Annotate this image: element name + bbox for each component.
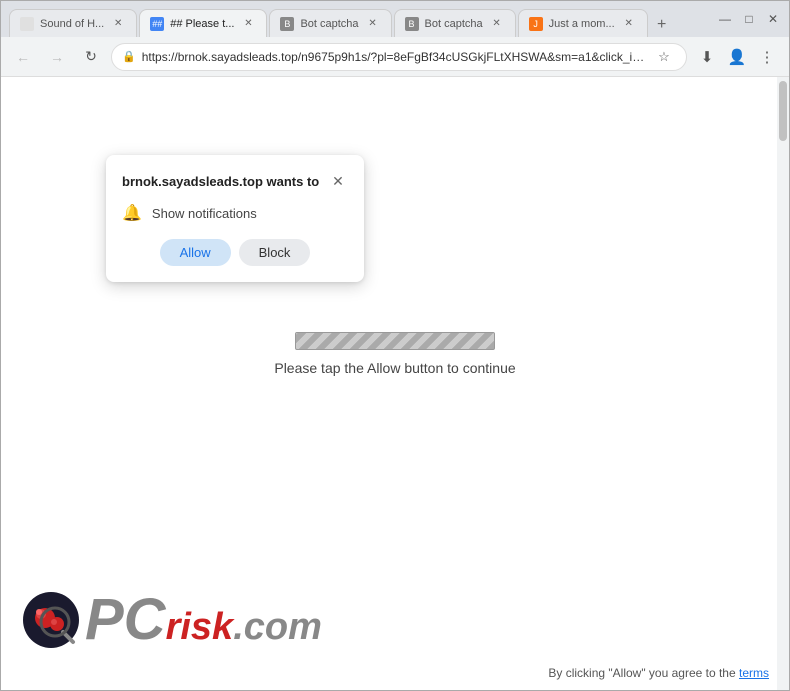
menu-icon[interactable]: ⋮: [753, 43, 781, 71]
tab-2-favicon: ##: [150, 17, 164, 31]
new-tab-button[interactable]: +: [650, 13, 674, 37]
tab-4-title: Bot captcha: [425, 18, 483, 30]
tab-4-favicon: B: [405, 17, 419, 31]
download-icon[interactable]: ⬇: [693, 43, 721, 71]
browser-window: Sound of H... ✕ ## ## Please t... ✕ B Bo…: [0, 0, 790, 691]
tab-5[interactable]: J Just a mom... ✕: [518, 9, 648, 37]
bottom-logo: PC risk .com: [21, 590, 322, 650]
back-button[interactable]: ←: [9, 43, 37, 71]
tab-2[interactable]: ## ## Please t... ✕: [139, 9, 267, 37]
scroll-thumb[interactable]: [779, 81, 787, 141]
pc-risk-icon: [21, 590, 81, 650]
profile-icon[interactable]: 👤: [723, 43, 751, 71]
page-instruction: Please tap the Allow button to continue: [274, 360, 515, 376]
tab-1[interactable]: Sound of H... ✕: [9, 9, 137, 37]
pc-logo-pc: PC: [85, 591, 166, 649]
tab-3[interactable]: B Bot captcha ✕: [269, 9, 391, 37]
address-bar-row: ← → ↻ 🔒 https://brnok.sayadsleads.top/n9…: [1, 37, 789, 77]
tab-1-close[interactable]: ✕: [110, 16, 126, 32]
tab-4-close[interactable]: ✕: [489, 16, 505, 32]
progress-bar-container: [295, 332, 495, 350]
tab-2-title: ## Please t...: [170, 18, 234, 30]
block-button[interactable]: Block: [239, 239, 311, 266]
tab-1-favicon: [20, 17, 34, 31]
progress-bar: [295, 332, 495, 350]
tab-4[interactable]: B Bot captcha ✕: [394, 9, 516, 37]
address-bar[interactable]: 🔒 https://brnok.sayadsleads.top/n9675p9h…: [111, 43, 687, 71]
popup-wants-label: wants to: [267, 174, 320, 189]
close-button[interactable]: ✕: [765, 11, 781, 27]
scrollbar[interactable]: [777, 77, 789, 690]
tab-5-close[interactable]: ✕: [621, 16, 637, 32]
forward-button[interactable]: →: [43, 43, 71, 71]
popup-domain: brnok.sayadsleads.top: [122, 174, 263, 189]
tab-3-favicon: B: [280, 17, 294, 31]
bookmark-button[interactable]: ☆: [652, 45, 676, 69]
tab-5-title: Just a mom...: [549, 18, 615, 30]
url-text: https://brnok.sayadsleads.top/n9675p9h1s…: [142, 50, 646, 64]
toolbar-icons: ⬇ 👤 ⋮: [693, 43, 781, 71]
pc-logo-dotcom: .com: [233, 608, 322, 646]
bottom-disclaimer: By clicking "Allow" you agree to the ter…: [548, 666, 769, 680]
lock-icon: 🔒: [122, 50, 136, 63]
disclaimer-text: By clicking "Allow" you agree to the: [548, 666, 735, 680]
popup-close-button[interactable]: ✕: [328, 171, 348, 191]
pc-logo-risk: risk: [166, 608, 234, 646]
notification-popup: brnok.sayadsleads.top wants to ✕ 🔔 Show …: [106, 155, 364, 282]
allow-button[interactable]: Allow: [160, 239, 231, 266]
pc-risk-logo-text: PC risk .com: [85, 591, 322, 649]
popup-buttons: Allow Block: [122, 239, 348, 266]
disclaimer-link[interactable]: terms: [739, 666, 769, 680]
popup-permission-row: 🔔 Show notifications: [122, 203, 348, 223]
reload-button[interactable]: ↻: [77, 43, 105, 71]
tab-5-favicon: J: [529, 17, 543, 31]
tab-1-title: Sound of H...: [40, 18, 104, 30]
tab-3-title: Bot captcha: [300, 18, 358, 30]
popup-permission-text: Show notifications: [152, 206, 257, 221]
title-bar: Sound of H... ✕ ## ## Please t... ✕ B Bo…: [1, 1, 789, 37]
content-area: brnok.sayadsleads.top wants to ✕ 🔔 Show …: [1, 77, 789, 690]
bell-icon: 🔔: [122, 203, 142, 223]
tabs-area: Sound of H... ✕ ## ## Please t... ✕ B Bo…: [9, 1, 717, 37]
maximize-button[interactable]: □: [741, 11, 757, 27]
popup-title: brnok.sayadsleads.top wants to: [122, 174, 319, 189]
tab-2-close[interactable]: ✕: [240, 16, 256, 32]
minimize-button[interactable]: —: [717, 11, 733, 27]
popup-header: brnok.sayadsleads.top wants to ✕: [122, 171, 348, 191]
window-controls: — □ ✕: [717, 11, 781, 27]
tab-3-close[interactable]: ✕: [365, 16, 381, 32]
